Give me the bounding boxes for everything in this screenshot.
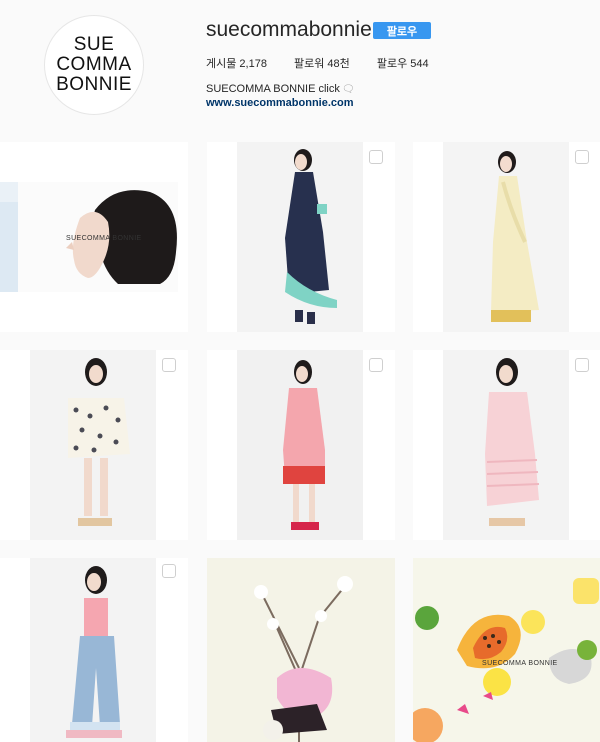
post-tile[interactable] [0,350,188,540]
gallery-square-icon [162,358,176,372]
post-image [237,350,363,540]
watermark-text: SUECOMMA BONNIE [66,235,142,242]
follow-button[interactable]: 팔로우 [373,22,431,39]
model-navy-dress-illustration [285,149,337,324]
post-image [30,558,156,742]
post-image [443,350,569,540]
gallery-square-icon [575,358,589,372]
profile-header: SUE COMMA BONNIE suecommabonnie 팔로우 게시물 … [0,0,600,140]
post-tile[interactable] [207,142,395,332]
watermark-text: SUECOMMA BONNIE [482,660,558,667]
profile-stats: 게시물 2,178 팔로워 48천 팔로우 544 [206,55,453,71]
bio-name: SUECOMMA BONNIE click 🗨 [206,83,355,95]
bio-name-text: SUECOMMA BONNIE click [206,83,340,95]
gallery-square-icon [162,564,176,578]
model-blush-dress-illustration [485,358,540,526]
model-pink-dress-illustration [283,360,325,530]
model-cream-dress-illustration [491,151,539,322]
posts-count: 게시물 2,178 [206,58,267,70]
post-tile[interactable]: SUECOMMA BONNIE [0,142,188,332]
bio-link[interactable]: www.suecommabonnie.com [206,97,354,109]
avatar-line-1: SUE [73,34,115,55]
speech-bubble-icon: 🗨 [341,84,355,95]
followers-count[interactable]: 팔로워 48천 [294,58,350,70]
flower-branch-illustration [254,576,353,742]
fruit-still-life-illustration [413,578,599,742]
avatar-line-2: COMMA [56,54,132,75]
post-image [443,142,569,332]
gallery-square-icon [369,358,383,372]
model-floral-outfit-illustration [68,358,130,526]
avatar-line-3: BONNIE [56,74,132,95]
avatar[interactable]: SUE COMMA BONNIE [44,15,144,115]
post-tile[interactable]: SUECOMMA BONNIE [413,558,600,742]
gallery-square-icon [575,150,589,164]
post-image [237,142,363,332]
post-tile[interactable] [0,558,188,742]
following-count[interactable]: 팔로우 544 [377,58,429,70]
model-denim-outfit-illustration [66,566,122,738]
post-tile[interactable] [413,350,600,540]
post-tile[interactable] [413,142,600,332]
post-image [30,350,156,540]
username: suecommabonnie [206,18,372,41]
post-tile[interactable] [207,558,395,742]
post-tile[interactable] [207,350,395,540]
gallery-square-icon [369,150,383,164]
